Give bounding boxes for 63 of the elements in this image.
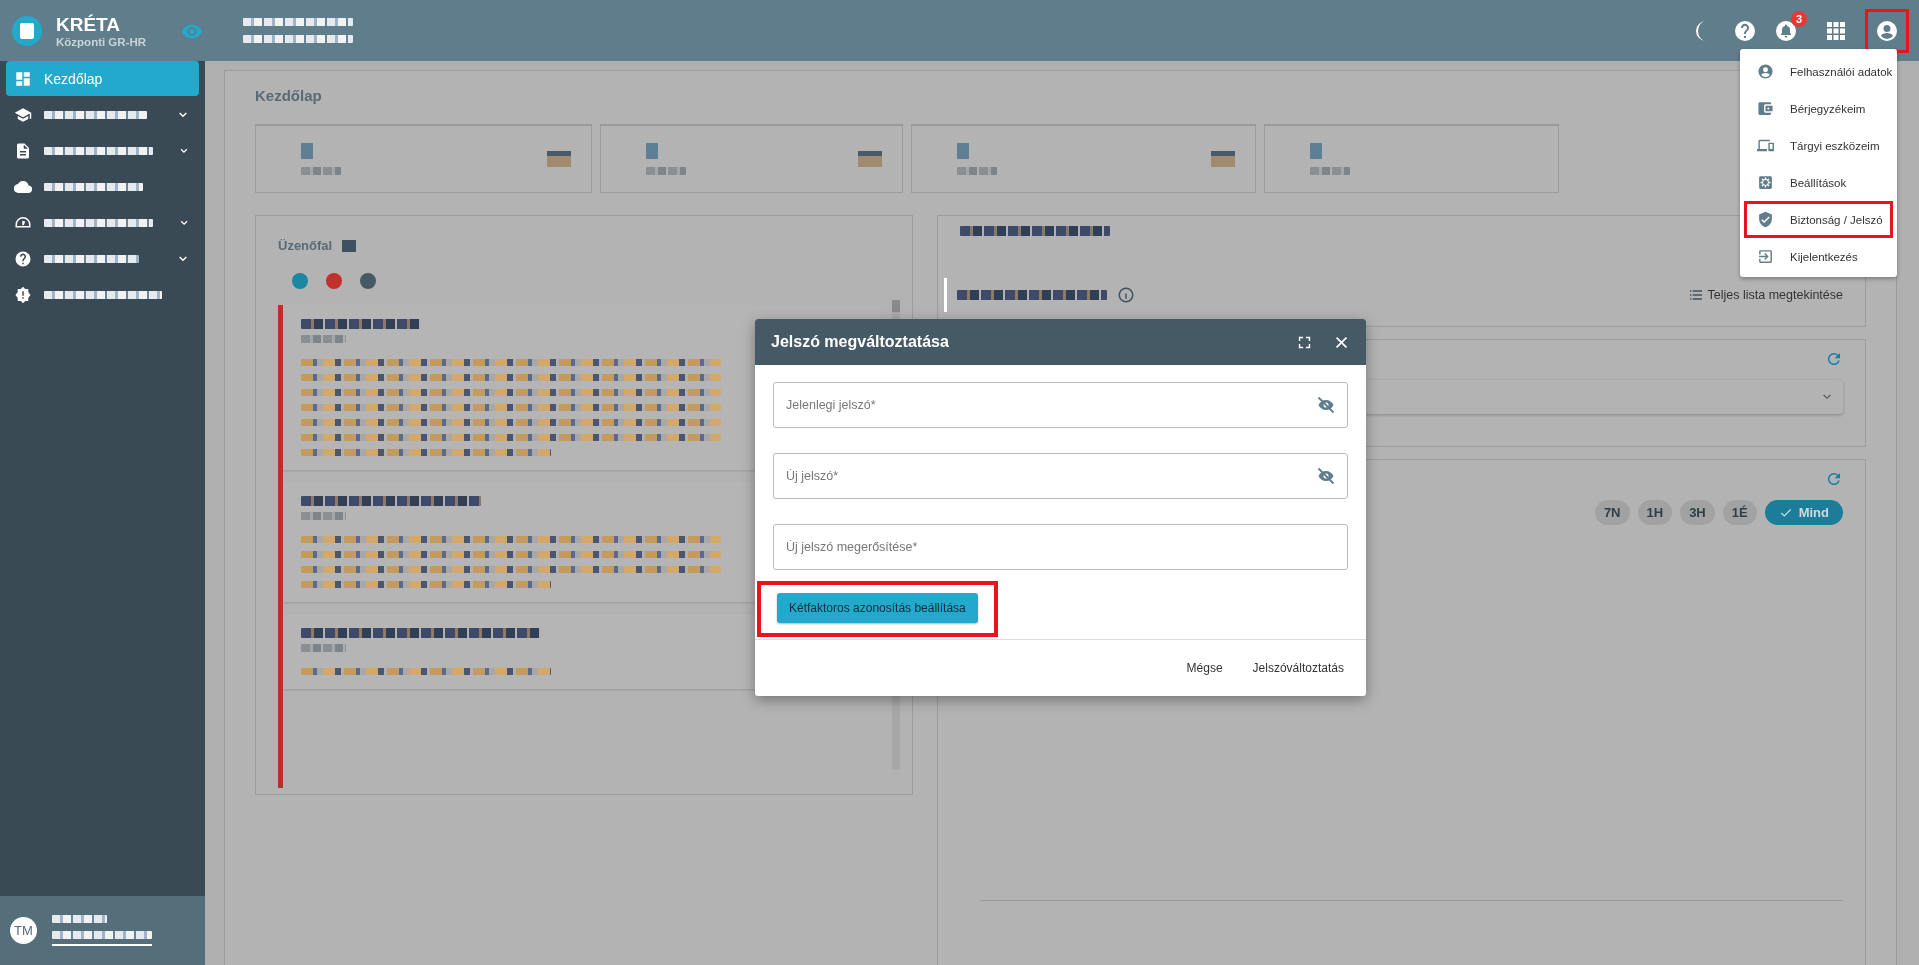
blurred-text: [1310, 167, 1350, 175]
password-field[interactable]: Új jelszó megerősítése*: [773, 524, 1348, 570]
period-chip[interactable]: Mind: [1764, 500, 1843, 525]
brand-subtitle: Központi GR-HR: [56, 35, 148, 48]
stat-icon: [1211, 151, 1235, 167]
period-chip[interactable]: 7N: [1594, 500, 1630, 525]
period-chip[interactable]: 3H: [1680, 500, 1715, 525]
password-field[interactable]: Új jelszó*: [773, 453, 1348, 499]
notifications-button[interactable]: 3: [1774, 10, 1807, 43]
menu-item[interactable]: Biztonság / Jelszó: [1744, 201, 1893, 238]
info-icon: [1117, 286, 1135, 304]
stat-icon: [646, 143, 658, 159]
menu-item[interactable]: Bérjegyzékeim: [1744, 90, 1893, 127]
blurred-text: [301, 335, 346, 343]
dialog-title: Jelszó megváltoztatása: [771, 333, 949, 351]
help-button[interactable]: [1733, 18, 1757, 43]
user-avatar: TM: [10, 917, 37, 944]
stat-icon: [1310, 143, 1322, 159]
menu-item[interactable]: Kijelentkezés: [1744, 238, 1893, 275]
blurred-text: [957, 167, 997, 175]
card-title: Üzenőfal: [278, 238, 333, 253]
password-field[interactable]: Jelenlegi jelszó*: [773, 382, 1348, 428]
menu-item[interactable]: Tárgyi eszközeim: [1744, 127, 1893, 164]
period-chip[interactable]: 1H: [1637, 500, 1673, 525]
dialog-button[interactable]: Jelszóváltoztatás: [1244, 655, 1352, 681]
blurred-text: [646, 167, 686, 175]
stat-icon: [858, 151, 882, 167]
notification-count: 3: [1791, 10, 1807, 27]
full-list-link[interactable]: Teljes lista megtekintése: [1687, 287, 1843, 303]
blurred-text: [301, 512, 346, 520]
dialog-button[interactable]: Mégse: [1178, 655, 1231, 681]
filter-dot[interactable]: [360, 273, 376, 289]
eye-off-button[interactable]: [1316, 395, 1336, 415]
logout-icon: [1757, 248, 1774, 265]
account-icon: [1875, 18, 1899, 43]
document-icon: [14, 141, 32, 160]
two-factor-button[interactable]: Kétfaktoros azonosítás beállítása: [777, 593, 978, 623]
list-icon: [1687, 287, 1704, 303]
settings-icon: [1757, 174, 1774, 191]
page-title: Kezdőlap: [255, 87, 323, 104]
menu-item[interactable]: Felhasználói adatok: [1744, 53, 1893, 90]
alert-badge-icon: [14, 285, 32, 304]
wallet-icon: [1757, 100, 1774, 117]
blurred-text: [52, 915, 107, 923]
devices-icon: [1757, 137, 1774, 154]
dashboard-icon: [14, 69, 32, 88]
filter-dot[interactable]: [292, 273, 308, 289]
brand-name: KRÉTA: [56, 13, 122, 36]
menu-item[interactable]: Beállítások: [1744, 164, 1893, 201]
account-icon: [1757, 63, 1774, 80]
bell-icon: [1774, 18, 1798, 43]
stat-icon: [301, 143, 313, 159]
counter-icon: [342, 239, 357, 252]
logo-icon: [12, 15, 42, 46]
stat-icon: [547, 151, 571, 167]
blurred-text: [301, 644, 346, 652]
stat-icon: [957, 143, 969, 159]
period-chip[interactable]: 1É: [1722, 500, 1757, 525]
filter-dot[interactable]: [326, 273, 342, 289]
shield-check-icon: [1757, 211, 1774, 228]
eye-off-button[interactable]: [1316, 466, 1336, 486]
help-icon: [14, 249, 32, 268]
blurred-text: [301, 167, 341, 175]
